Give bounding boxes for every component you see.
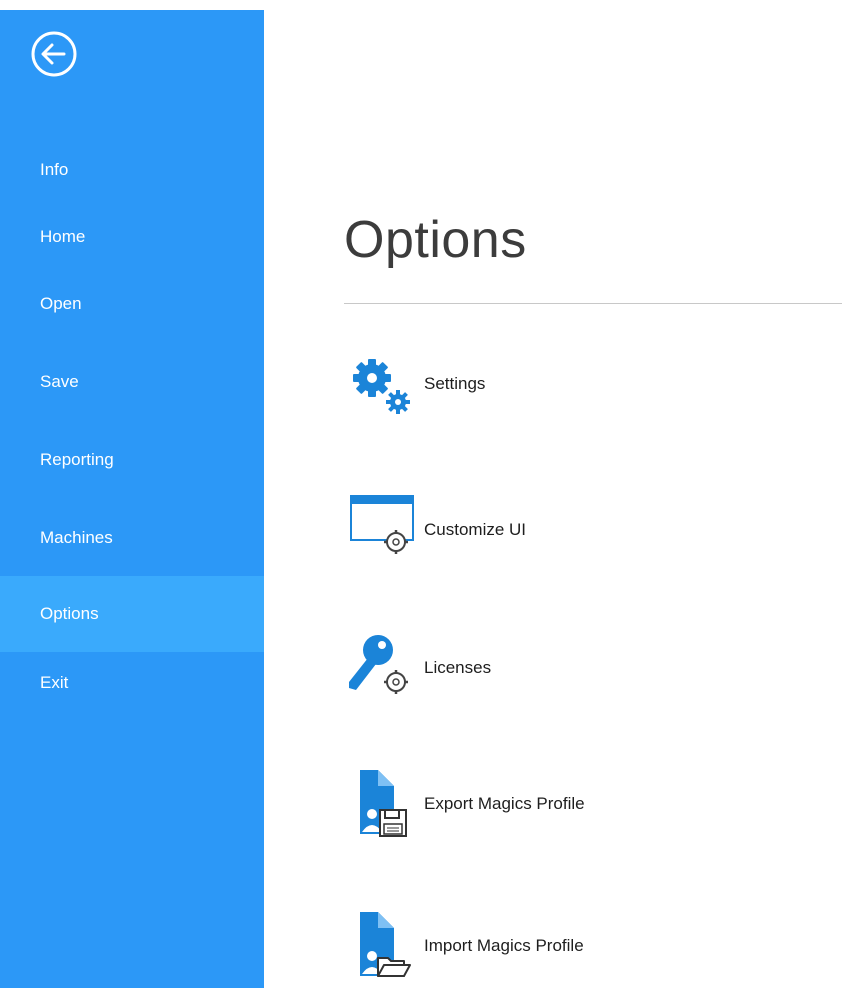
sidebar-item-exit[interactable]: Exit <box>0 673 264 695</box>
option-settings[interactable]: Settings <box>348 350 808 420</box>
option-label: Settings <box>424 374 486 393</box>
sidebar-item-home[interactable]: Home <box>0 227 264 249</box>
sidebar-item-label: Open <box>40 294 82 313</box>
sidebar-item-label: Machines <box>40 528 113 547</box>
key-icon <box>349 635 408 694</box>
sidebar-item-label: Reporting <box>40 450 114 469</box>
back-arrow-icon <box>31 31 77 77</box>
option-label: Export Magics Profile <box>424 794 585 813</box>
sidebar-item-machines[interactable]: Machines <box>0 528 264 550</box>
sidebar-item-open[interactable]: Open <box>0 294 264 316</box>
page-title: Options <box>344 211 527 269</box>
export-profile-icon <box>360 770 407 837</box>
sidebar-item-label: Home <box>40 227 86 246</box>
backstage-sidebar: Info Home Open Save Reporting Machines O… <box>0 10 264 988</box>
option-customize-ui[interactable]: Customize UI <box>348 490 808 560</box>
gears-icon <box>353 359 410 414</box>
option-label: Import Magics Profile <box>424 936 584 955</box>
sidebar-item-info[interactable]: Info <box>0 160 264 182</box>
option-licenses[interactable]: Licenses <box>348 628 808 698</box>
sidebar-item-label: Save <box>40 372 79 391</box>
main-panel: Options Settings Customize UI Licenses E… <box>264 0 842 988</box>
app-window: Info Home Open Save Reporting Machines O… <box>0 0 842 988</box>
option-label: Customize UI <box>424 520 527 539</box>
customize-ui-icon <box>350 495 414 554</box>
sidebar-item-options[interactable]: Options <box>0 576 264 652</box>
sidebar-item-reporting[interactable]: Reporting <box>0 450 264 472</box>
option-import-magics-profile[interactable]: Import Magics Profile <box>348 912 808 982</box>
title-divider <box>344 303 842 304</box>
option-export-magics-profile[interactable]: Export Magics Profile <box>348 770 808 840</box>
option-label: Licenses <box>424 658 492 677</box>
sidebar-item-label: Options <box>40 604 99 623</box>
sidebar-item-save[interactable]: Save <box>0 372 264 394</box>
import-profile-icon <box>360 912 411 977</box>
sidebar-item-label: Info <box>40 160 69 179</box>
sidebar-item-label: Exit <box>40 673 69 692</box>
back-button[interactable] <box>30 30 78 78</box>
